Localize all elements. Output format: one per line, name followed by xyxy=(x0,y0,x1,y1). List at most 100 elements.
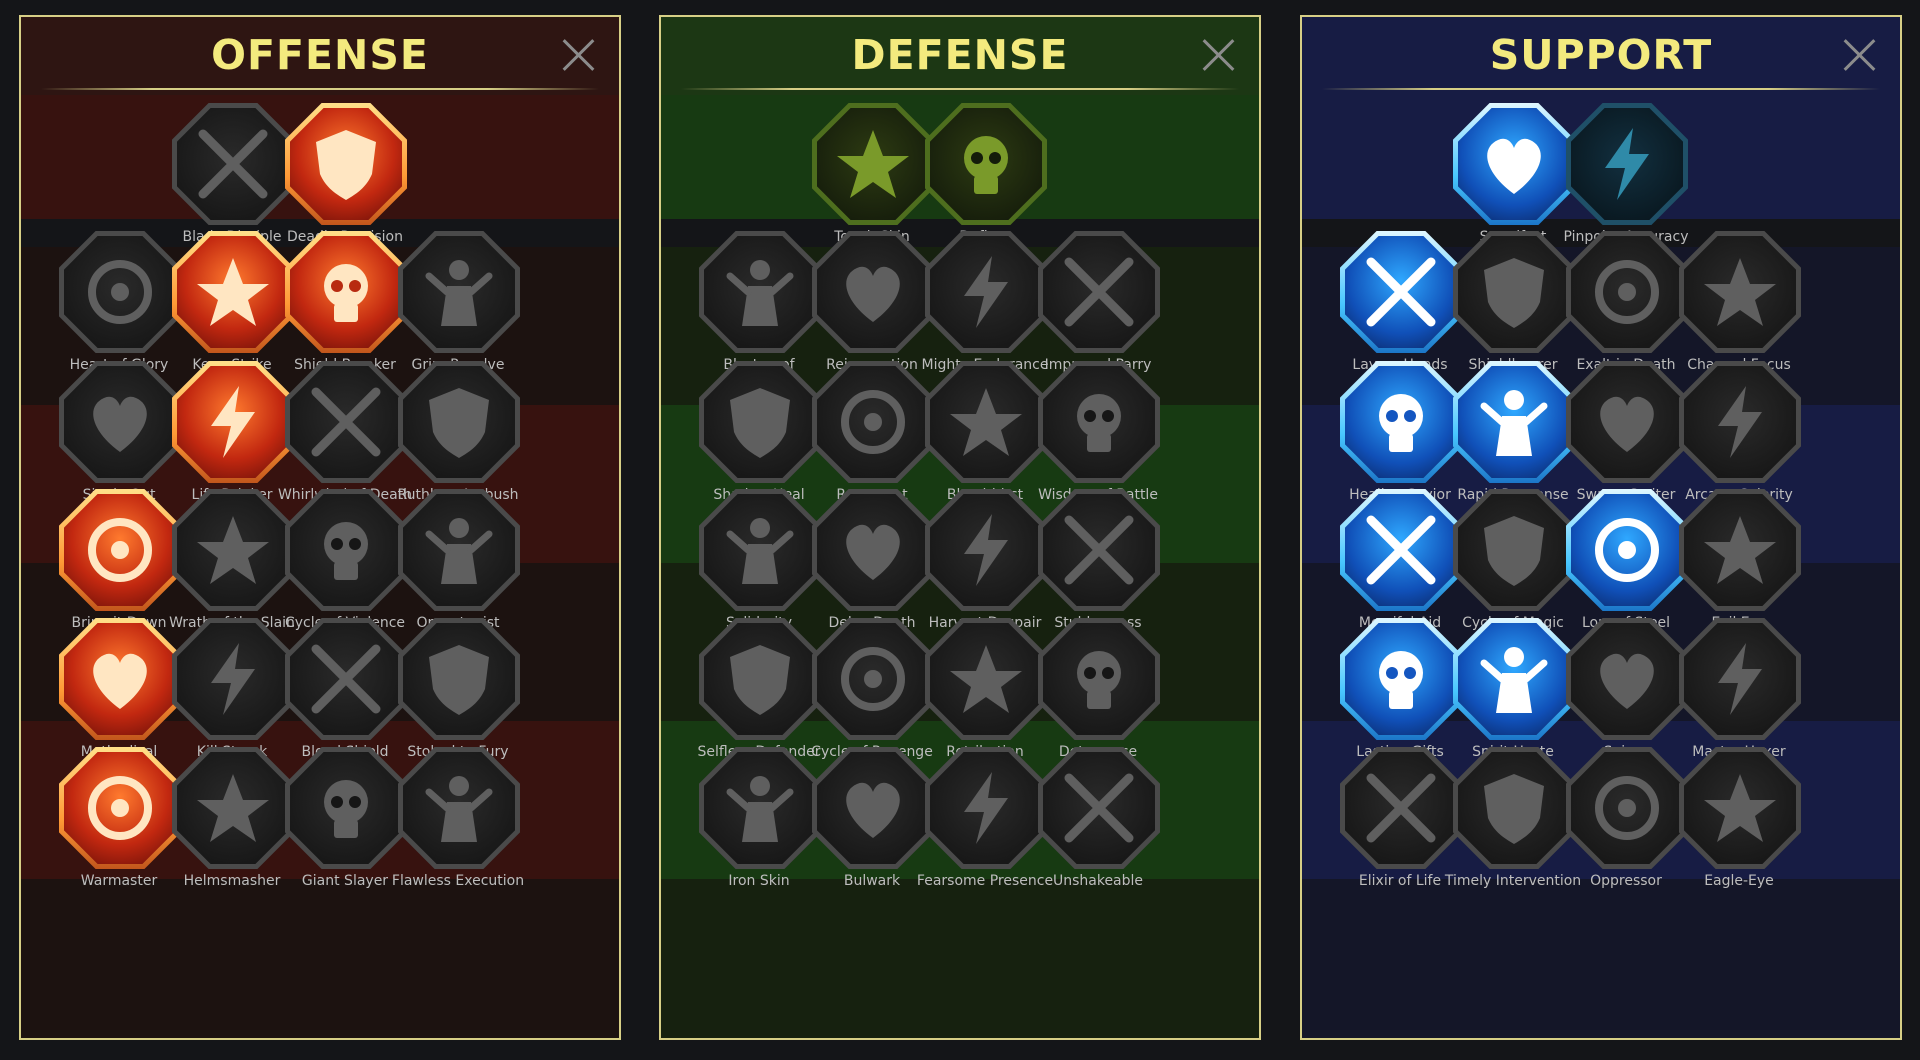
header-divider xyxy=(41,88,599,90)
skill-stubborness[interactable]: Stubborness xyxy=(1020,489,1160,639)
panel-header: OFFENSE xyxy=(21,17,619,95)
skill-badge xyxy=(1679,489,1801,611)
skill-badge xyxy=(398,489,520,611)
skill-evil-eye[interactable]: Evil Eye xyxy=(1661,489,1801,639)
bull-icon xyxy=(1064,515,1134,585)
skill-badge xyxy=(398,231,520,353)
flaming-skull-icon xyxy=(1595,260,1659,324)
compass-star-icon xyxy=(1379,651,1423,709)
group-icon xyxy=(726,518,794,584)
panel-header: SUPPORT xyxy=(1302,17,1900,95)
skill-badge xyxy=(1566,103,1688,225)
skull-sun-icon xyxy=(950,645,1022,713)
panel-title: DEFENSE xyxy=(851,31,1069,79)
blood-drops-icon xyxy=(841,647,905,711)
hourglass-icon xyxy=(846,524,900,580)
header-divider xyxy=(681,88,1239,90)
tower-shield-icon xyxy=(846,782,900,838)
skill-flawless-execution[interactable]: Flawless Execution xyxy=(380,747,524,897)
skill-improved-parry[interactable]: Improved Parry xyxy=(1020,231,1160,381)
skill-badge xyxy=(925,103,1047,225)
broken-chain-icon xyxy=(425,518,493,584)
offense-panel: OFFENSE Blade DiscipleDeadly PrecisionHe… xyxy=(19,15,621,1040)
skill-label: Unshakeable xyxy=(1052,873,1144,889)
heart-figure-icon xyxy=(88,260,152,324)
crossed-swords-icon xyxy=(198,129,268,199)
panel-title: SUPPORT xyxy=(1489,31,1713,79)
spiked-skull-icon xyxy=(425,776,493,842)
skill-badge xyxy=(1679,231,1801,353)
open-book-icon xyxy=(1595,518,1659,582)
skill-badge xyxy=(1038,361,1160,483)
skill-unshakeable[interactable]: Unshakeable xyxy=(1020,747,1160,897)
dagger-burst-icon xyxy=(316,130,376,200)
close-icon[interactable] xyxy=(1201,37,1237,73)
header-divider xyxy=(1322,88,1880,90)
eagle-head-icon xyxy=(1704,774,1776,842)
skill-eagle-eye[interactable]: Eagle-Eye xyxy=(1661,747,1801,897)
skull-heart-icon xyxy=(950,388,1022,456)
parry-blades-icon xyxy=(1064,257,1134,327)
raised-fist-icon xyxy=(964,136,1008,194)
broken-shield-icon xyxy=(324,264,368,322)
lightning-cycle-icon xyxy=(1480,390,1548,456)
armored-head-icon xyxy=(726,776,794,842)
hooded-head-icon xyxy=(1077,394,1121,452)
praying-hands-icon xyxy=(1366,257,1436,327)
close-icon[interactable] xyxy=(1842,37,1878,73)
skill-badge xyxy=(1038,747,1160,869)
close-icon[interactable] xyxy=(561,37,597,73)
skill-badge xyxy=(398,747,520,869)
skill-badge xyxy=(1038,231,1160,353)
skill-badge xyxy=(1679,361,1801,483)
heart-hand-icon xyxy=(846,266,900,322)
skill-label: Eagle-Eye xyxy=(1704,873,1774,889)
flexing-figure-icon xyxy=(1064,773,1134,843)
panel-header: DEFENSE xyxy=(661,17,1259,95)
skill-badge xyxy=(398,618,520,740)
grasping-hand-icon xyxy=(1595,776,1659,840)
skill-badge xyxy=(1038,618,1160,740)
cracked-bolt-icon xyxy=(1600,396,1654,452)
sword-shield-icon xyxy=(311,644,381,714)
bearded-skull-icon xyxy=(964,772,1008,844)
arrows-target-icon xyxy=(93,653,147,709)
skill-stoked-to-fury[interactable]: Stoked to Fury xyxy=(380,618,520,768)
runner-shield-icon xyxy=(730,645,790,715)
sword-burst-icon xyxy=(197,258,269,326)
open-hand-icon xyxy=(964,514,1008,586)
dark-heart-icon xyxy=(425,260,493,326)
pierced-heart-icon xyxy=(88,518,152,582)
raging-figure-icon xyxy=(429,645,489,715)
axe-cycle-icon xyxy=(324,522,368,580)
swirl-target-icon xyxy=(1605,128,1649,200)
voodoo-doll-icon xyxy=(1718,643,1762,715)
skull-whirl-icon xyxy=(311,387,381,457)
skulls-icon xyxy=(211,643,255,715)
skill-label: Flawless Execution xyxy=(391,873,525,889)
shadow-figure-icon xyxy=(730,388,790,458)
arrow-target-icon xyxy=(93,396,147,452)
skill-opportunist[interactable]: Opportunist xyxy=(380,489,520,639)
skill-badge xyxy=(1038,489,1160,611)
eye-icon xyxy=(1600,653,1654,709)
sword-fist-icon xyxy=(88,776,152,840)
skill-badge xyxy=(1679,747,1801,869)
skill-deterrence[interactable]: Deterrence xyxy=(1020,618,1160,768)
panel-title: OFFENSE xyxy=(211,31,429,79)
knight-shield-icon xyxy=(841,390,905,454)
healer-figure-icon xyxy=(1379,394,1423,452)
shield-icon xyxy=(726,260,794,326)
helmet-icon xyxy=(197,774,269,842)
potion-flask-icon xyxy=(1366,773,1436,843)
skill-charged-focus[interactable]: Charged Focus xyxy=(1661,231,1801,381)
skill-badge xyxy=(398,361,520,483)
skill-grim-resolve[interactable]: Grim Resolve xyxy=(380,231,520,381)
glaring-eye-icon xyxy=(1704,516,1776,584)
skill-badge xyxy=(1679,618,1801,740)
support-panel: SUPPORT SteadfastPinpoint AccuracyLay on… xyxy=(1300,15,1902,1040)
strongman-icon xyxy=(964,256,1008,328)
hand-cycle-icon xyxy=(1077,651,1121,709)
skill-master-hexer[interactable]: Master Hexer xyxy=(1661,618,1801,768)
comet-cycle-icon xyxy=(1484,516,1544,586)
